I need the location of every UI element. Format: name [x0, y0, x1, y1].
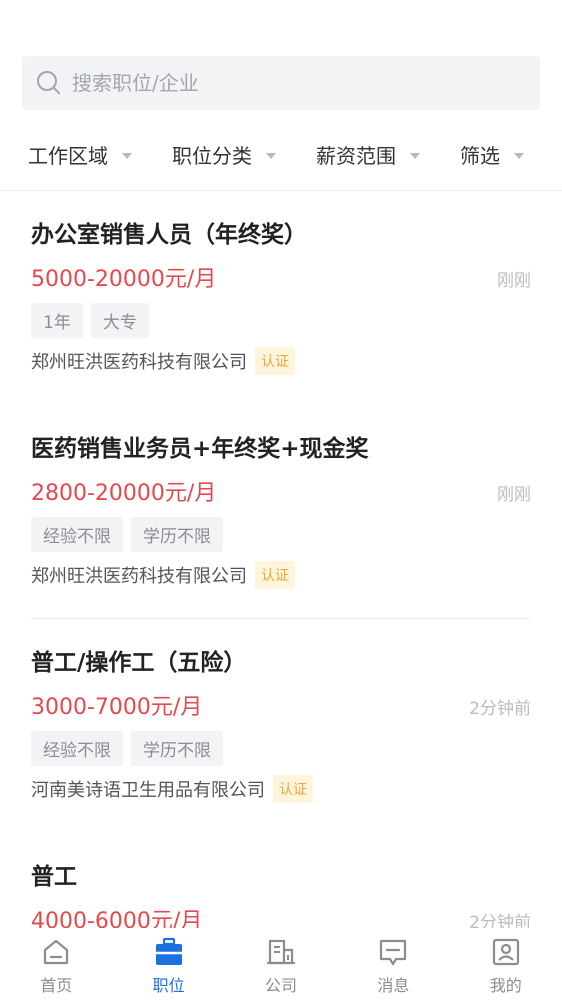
tab-jobs[interactable]: 职位: [112, 928, 224, 1000]
caret-down-icon: [514, 152, 524, 159]
company-row: 河南美诗语卫生用品有限公司 认证: [31, 775, 313, 803]
verified-badge: 认证: [255, 347, 295, 375]
search-icon: [37, 71, 60, 94]
tab-profile[interactable]: 我的: [450, 928, 562, 1000]
job-tags: 经验不限 学历不限: [31, 517, 223, 552]
job-list[interactable]: 办公室销售人员（年终奖） 5000-20000元/月 刚刚 1年 大专 郑州旺洪…: [0, 191, 562, 928]
job-title: 普工: [31, 864, 77, 890]
profile-icon: [492, 938, 519, 966]
job-title: 普工/操作工（五险）: [31, 650, 247, 676]
job-time: 2分钟前: [469, 699, 531, 719]
company-row: 郑州旺洪医药科技有限公司 认证: [31, 561, 295, 589]
filter-bar: 工作区域 职位分类 薪资范围 筛选: [0, 128, 562, 180]
caret-down-icon: [122, 152, 132, 159]
tag-experience: 经验不限: [31, 517, 123, 552]
tag-experience: 经验不限: [31, 731, 123, 766]
job-time: 2分钟前: [469, 913, 531, 928]
filter-job-category[interactable]: 职位分类: [172, 140, 276, 169]
job-card[interactable]: 普工 4000-6000元/月 2分钟前: [0, 833, 562, 928]
caret-down-icon: [410, 152, 420, 159]
company-name: 郑州旺洪医药科技有限公司: [31, 352, 247, 373]
tab-messages[interactable]: 消息: [337, 928, 449, 1000]
tag-education: 学历不限: [131, 517, 223, 552]
job-title: 医药销售业务员+年终奖+现金奖: [31, 436, 369, 462]
search-input[interactable]: [72, 71, 512, 95]
caret-down-icon: [266, 152, 276, 159]
tab-companies[interactable]: 公司: [225, 928, 337, 1000]
home-icon: [44, 939, 69, 965]
tab-label: 公司: [264, 976, 297, 995]
message-icon: [380, 939, 407, 966]
company-row: 郑州旺洪医药科技有限公司 认证: [31, 347, 295, 375]
job-salary: 5000-20000元/月: [31, 267, 217, 292]
job-card[interactable]: 普工/操作工（五险） 3000-7000元/月 2分钟前 经验不限 学历不限 河…: [0, 619, 562, 833]
search-bar[interactable]: [22, 56, 540, 110]
filter-label: 薪资范围: [316, 144, 396, 168]
job-salary: 3000-7000元/月: [31, 695, 203, 720]
job-time: 刚刚: [497, 271, 531, 291]
filter-label: 工作区域: [28, 144, 108, 168]
briefcase-icon: [155, 937, 182, 965]
tag-education: 大专: [90, 303, 149, 338]
job-card[interactable]: 医药销售业务员+年终奖+现金奖 2800-20000元/月 刚刚 经验不限 学历…: [0, 405, 562, 619]
tab-label: 职位: [152, 976, 185, 995]
filter-work-area[interactable]: 工作区域: [28, 140, 132, 169]
filter-more[interactable]: 筛选: [460, 140, 524, 169]
tag-education: 学历不限: [131, 731, 223, 766]
filter-label: 职位分类: [172, 144, 252, 168]
job-salary: 4000-6000元/月: [31, 909, 203, 928]
job-tags: 经验不限 学历不限: [31, 731, 223, 766]
tag-experience: 1年: [31, 303, 83, 338]
job-time: 刚刚: [497, 485, 531, 505]
tab-label: 消息: [377, 976, 410, 995]
verified-badge: 认证: [273, 775, 313, 803]
tab-label: 首页: [40, 976, 73, 995]
job-salary: 2800-20000元/月: [31, 481, 217, 506]
tab-label: 我的: [489, 976, 522, 995]
filter-salary-range[interactable]: 薪资范围: [316, 140, 420, 169]
building-icon: [266, 939, 296, 965]
verified-badge: 认证: [255, 561, 295, 589]
company-name: 郑州旺洪医药科技有限公司: [31, 566, 247, 587]
filter-label: 筛选: [460, 144, 500, 168]
tab-home[interactable]: 首页: [0, 928, 112, 1000]
job-title: 办公室销售人员（年终奖）: [31, 222, 307, 248]
company-name: 河南美诗语卫生用品有限公司: [31, 780, 265, 801]
bottom-tab-bar: 首页 职位 公司 消息 我的: [0, 928, 562, 1000]
job-card[interactable]: 办公室销售人员（年终奖） 5000-20000元/月 刚刚 1年 大专 郑州旺洪…: [0, 191, 562, 405]
job-tags: 1年 大专: [31, 303, 149, 338]
